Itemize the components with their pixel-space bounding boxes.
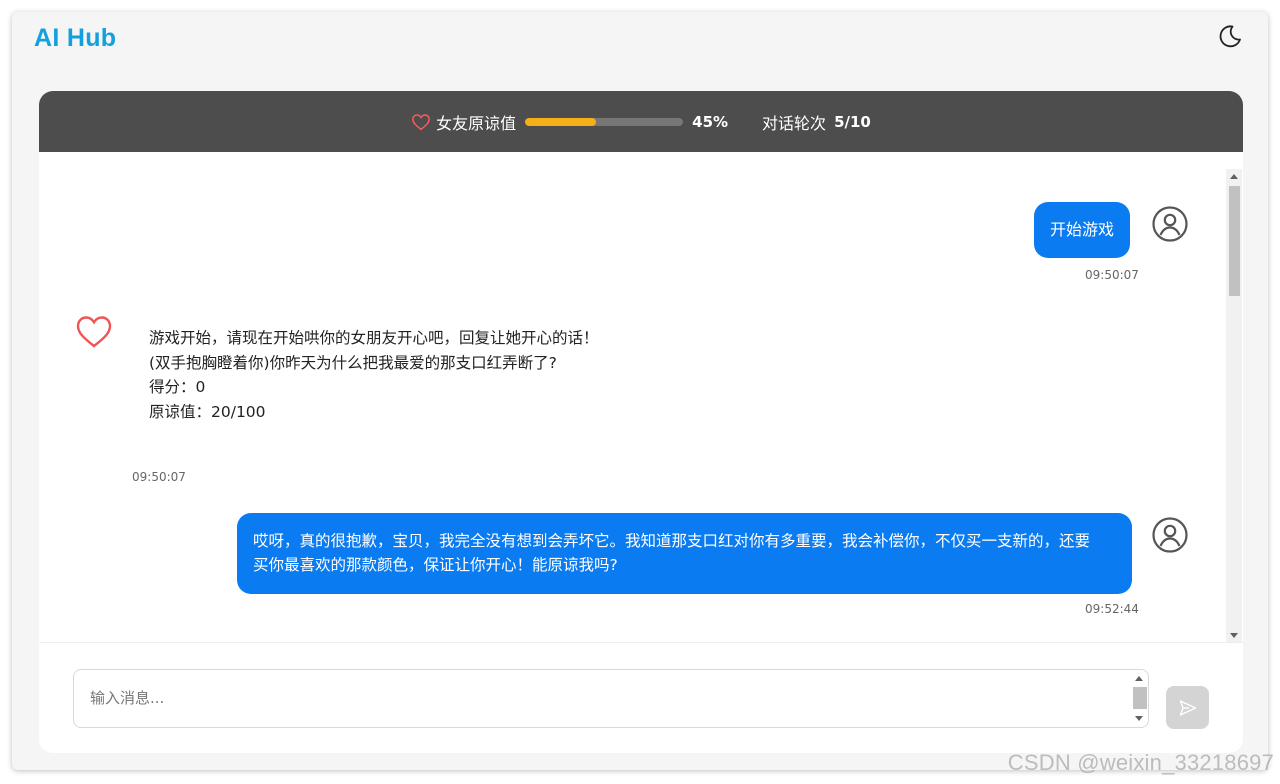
scroll-up-arrow-icon[interactable] <box>1230 174 1238 179</box>
rounds-label: 对话轮次 <box>762 113 827 133</box>
message-line: 买你最喜欢的那款颜色，保证让你开心！能原谅我吗? <box>253 556 618 574</box>
girlfriend-heart-icon <box>76 316 112 348</box>
watermark: CSDN @weixin_33218697 <box>1007 750 1274 775</box>
message-text: 开始游戏 <box>1050 220 1115 239</box>
chat-card: 女友原谅值 45% 对话轮次 5/10 开始游戏 09:50:07 游戏开始，请… <box>39 91 1243 753</box>
message-input-box <box>73 669 1149 728</box>
message-timestamp: 09:50:07 <box>132 470 186 484</box>
scrollbar-thumb[interactable] <box>1133 687 1147 709</box>
rounds-value: 5/10 <box>834 112 871 131</box>
theme-toggle-button[interactable] <box>1216 22 1244 50</box>
send-button[interactable] <box>1166 686 1209 729</box>
scrollbar-thumb[interactable] <box>1229 186 1240 296</box>
app-window: AI Hub 女友原谅值 45% 对话轮次 5/10 开始游戏 09:50:07… <box>12 12 1268 770</box>
forgiveness-label: 女友原谅值 <box>436 113 517 133</box>
ai-message-line: 原谅值：20/100 <box>149 402 266 421</box>
chat-scrollbar[interactable] <box>1226 169 1242 642</box>
scroll-up-arrow-icon[interactable] <box>1135 676 1143 681</box>
message-line: 哎呀，真的很抱歉，宝贝，我完全没有想到会弄坏它。我知道那支口红对你有多重要，我会… <box>253 532 1091 550</box>
message-timestamp: 09:52:44 <box>1085 602 1139 616</box>
send-icon <box>1179 699 1196 716</box>
scroll-down-arrow-icon[interactable] <box>1135 716 1143 721</box>
ai-message-line: 游戏开始，请现在开始哄你的女朋友开心吧，回复让她开心的话！ <box>149 329 599 347</box>
status-bar: 女友原谅值 45% 对话轮次 5/10 <box>39 91 1243 152</box>
moon-icon <box>1219 25 1241 48</box>
message-input[interactable] <box>74 670 1132 727</box>
forgiveness-percent: 45% <box>692 112 729 131</box>
heart-icon <box>412 113 431 130</box>
forgiveness-progress-bar <box>525 117 684 126</box>
ai-message-text: 游戏开始，请现在开始哄你的女朋友开心吧，回复让她开心的话！ (双手抱胸瞪着你)你… <box>149 326 599 424</box>
brand-logo[interactable]: AI Hub <box>34 24 116 53</box>
input-scrollbar[interactable] <box>1131 671 1147 726</box>
user-avatar-icon <box>1152 517 1188 553</box>
ai-message-line: (双手抱胸瞪着你)你昨天为什么把我最爱的那支口红弄断了? <box>149 353 557 372</box>
ai-message-line: 得分：0 <box>149 378 206 396</box>
forgiveness-progress-fill <box>525 117 597 126</box>
composer <box>39 642 1243 753</box>
user-message-bubble: 哎呀，真的很抱歉，宝贝，我完全没有想到会弄坏它。我知道那支口红对你有多重要，我会… <box>237 513 1132 594</box>
scroll-down-arrow-icon[interactable] <box>1230 633 1238 638</box>
user-avatar-icon <box>1152 206 1188 242</box>
message-list[interactable]: 开始游戏 09:50:07 游戏开始，请现在开始哄你的女朋友开心吧，回复让她开心… <box>39 152 1243 642</box>
message-timestamp: 09:50:07 <box>1085 268 1139 282</box>
user-message-bubble: 开始游戏 <box>1034 202 1131 258</box>
